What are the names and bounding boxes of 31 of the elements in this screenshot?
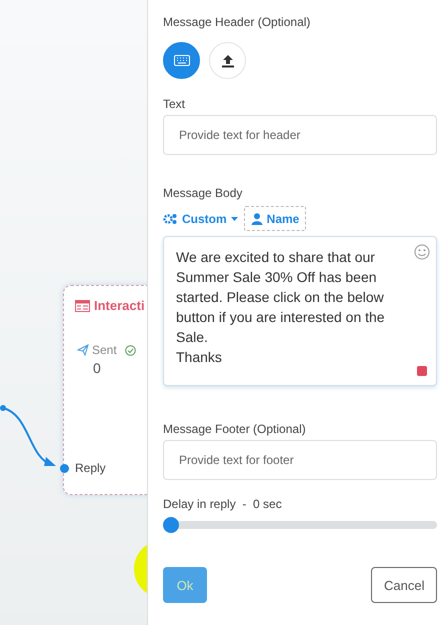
send-icon [77,344,89,356]
person-icon [250,212,263,224]
check-circle-icon [124,345,136,356]
slider-thumb[interactable] [163,517,179,533]
field-label: Message Header (Optional) [163,15,310,29]
upload-icon [220,54,234,68]
upload-button[interactable] [209,42,246,79]
custom-dropdown[interactable]: Custom [163,212,238,226]
stat-label: Sent [92,343,117,357]
keyboard-button[interactable] [163,42,200,79]
gears-icon [163,212,178,224]
input-field[interactable]: Provide text for header [163,115,437,155]
table-icon [75,300,90,312]
port-dot[interactable] [60,464,69,472]
caret-icon [230,216,238,220]
keyboard-icon [174,55,190,66]
delay-slider[interactable] [163,517,437,533]
port-label: Reply [75,461,106,475]
input-field[interactable]: Provide text for footer [163,440,437,480]
field-label: Text [163,97,186,111]
cancel-button[interactable]: Cancel [371,567,437,603]
field-label: Message Footer (Optional) [163,422,306,436]
resize-handle[interactable] [417,366,427,376]
field-label: Message Body [163,186,242,200]
delay-label: Delay in reply - 0 sec [163,497,282,511]
stat-value: 0 [92,360,101,376]
name-button[interactable]: Name [244,206,306,231]
flow-node[interactable]: Interacti Sent 0 Reply [63,285,147,495]
emoji-icon[interactable] [414,244,430,260]
node-title: Interacti [75,298,145,313]
message-textarea[interactable]: We are excited to share that our Summer Sale 30% Off has been started. Please click on the below button if you are interested on the Sale. Thanks [163,236,437,386]
